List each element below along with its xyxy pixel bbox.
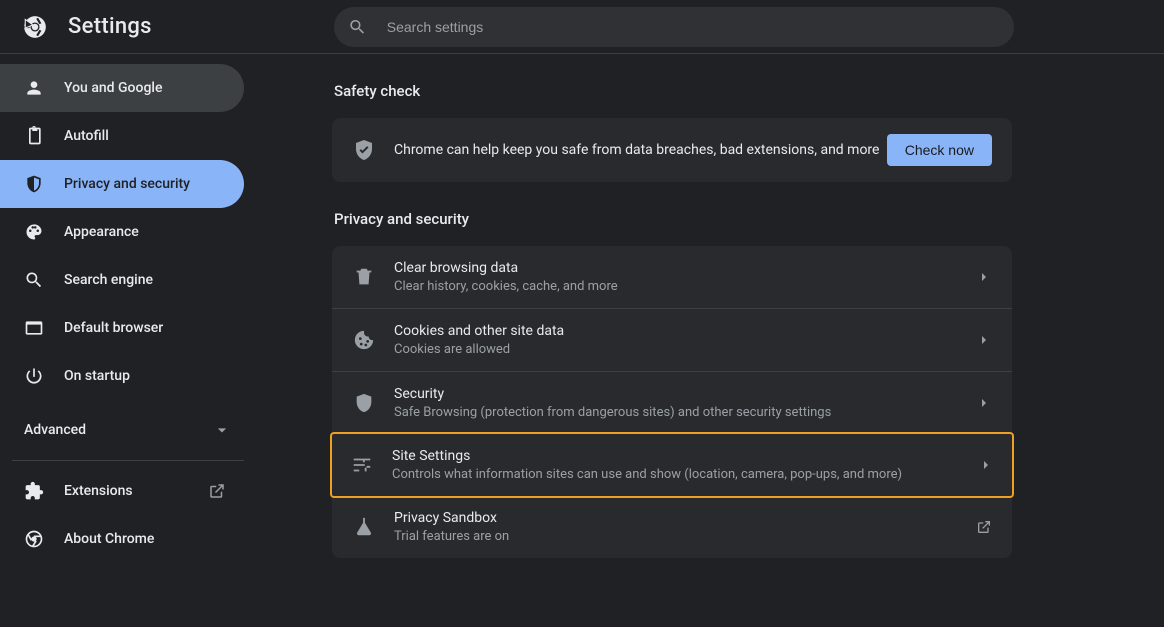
privacy-row-cookies[interactable]: Cookies and other site data Cookies are … <box>332 308 1012 371</box>
sidebar-item-extensions[interactable]: Extensions <box>0 467 244 515</box>
sidebar-item-autofill[interactable]: Autofill <box>0 112 244 160</box>
chevron-right-icon <box>976 332 992 348</box>
privacy-row-clear-browsing-data[interactable]: Clear browsing data Clear history, cooki… <box>332 246 1012 308</box>
check-now-button[interactable]: Check now <box>887 134 992 166</box>
row-title: Cookies and other site data <box>394 323 966 339</box>
sidebar-item-label: Search engine <box>64 272 153 288</box>
search-box[interactable] <box>334 7 1014 47</box>
privacy-row-site-settings[interactable]: Site Settings Controls what information … <box>330 432 1014 498</box>
sidebar-item-label: Extensions <box>64 483 133 499</box>
chevron-down-icon <box>212 420 232 440</box>
cookie-icon <box>352 328 376 352</box>
external-link-icon <box>976 519 992 535</box>
row-title: Site Settings <box>392 448 968 464</box>
safety-check-section-title: Safety check <box>334 82 1012 100</box>
power-icon <box>24 366 44 386</box>
sidebar-divider <box>12 460 244 461</box>
sidebar-item-label: About Chrome <box>64 531 154 547</box>
palette-icon <box>24 222 44 242</box>
chevron-right-icon <box>976 269 992 285</box>
sidebar-item-label: Default browser <box>64 320 163 336</box>
row-title: Clear browsing data <box>394 260 966 276</box>
sidebar-item-privacy-security[interactable]: Privacy and security <box>0 160 244 208</box>
safety-check-row: Chrome can help keep you safe from data … <box>332 118 1012 182</box>
sidebar-item-label: You and Google <box>64 80 162 96</box>
advanced-label: Advanced <box>24 422 86 438</box>
chevron-right-icon <box>978 457 994 473</box>
safety-check-card: Chrome can help keep you safe from data … <box>332 118 1012 182</box>
privacy-row-privacy-sandbox[interactable]: Privacy Sandbox Trial features are on <box>332 496 1012 558</box>
window-icon <box>24 318 44 338</box>
row-subtitle: Safe Browsing (protection from dangerous… <box>394 405 966 420</box>
top-bar: Settings <box>0 0 1164 54</box>
search-icon <box>348 17 367 37</box>
privacy-section-title: Privacy and security <box>334 210 1012 228</box>
tune-icon <box>350 453 374 477</box>
external-link-icon <box>208 482 226 500</box>
shield-check-icon <box>352 138 376 162</box>
row-subtitle: Controls what information sites can use … <box>392 467 968 482</box>
clipboard-icon <box>24 126 44 146</box>
privacy-row-security[interactable]: Security Safe Browsing (protection from … <box>332 371 1012 434</box>
sidebar-item-default-browser[interactable]: Default browser <box>0 304 244 352</box>
app-title: Settings <box>68 14 152 39</box>
sidebar-item-search-engine[interactable]: Search engine <box>0 256 244 304</box>
search-icon <box>24 270 44 290</box>
person-icon <box>24 78 44 98</box>
trash-icon <box>352 265 376 289</box>
shield-half-icon <box>24 174 44 194</box>
main-content: Safety check Chrome can help keep you sa… <box>256 54 1164 627</box>
sidebar-item-label: Privacy and security <box>64 176 190 192</box>
row-title: Privacy Sandbox <box>394 510 966 526</box>
row-subtitle: Cookies are allowed <box>394 342 966 357</box>
chrome-icon <box>24 529 44 549</box>
sidebar-item-on-startup[interactable]: On startup <box>0 352 244 400</box>
privacy-card: Clear browsing data Clear history, cooki… <box>332 246 1012 558</box>
sidebar-item-label: Autofill <box>64 128 109 144</box>
flask-icon <box>352 515 376 539</box>
row-title: Security <box>394 386 966 402</box>
puzzle-icon <box>24 481 44 501</box>
chevron-right-icon <box>976 395 992 411</box>
app-logo-icon <box>22 14 48 40</box>
sidebar-item-label: Appearance <box>64 224 139 240</box>
search-input[interactable] <box>385 18 1000 36</box>
row-subtitle: Trial features are on <box>394 529 966 544</box>
row-subtitle: Clear history, cookies, cache, and more <box>394 279 966 294</box>
sidebar-item-label: On startup <box>64 368 130 384</box>
sidebar-advanced-toggle[interactable]: Advanced <box>0 406 256 454</box>
sidebar-item-appearance[interactable]: Appearance <box>0 208 244 256</box>
sidebar-item-about-chrome[interactable]: About Chrome <box>0 515 244 563</box>
sidebar: You and Google Autofill Privacy and secu… <box>0 54 256 627</box>
safety-check-message: Chrome can help keep you safe from data … <box>394 142 887 158</box>
sidebar-item-you-and-google[interactable]: You and Google <box>0 64 244 112</box>
shield-icon <box>352 391 376 415</box>
